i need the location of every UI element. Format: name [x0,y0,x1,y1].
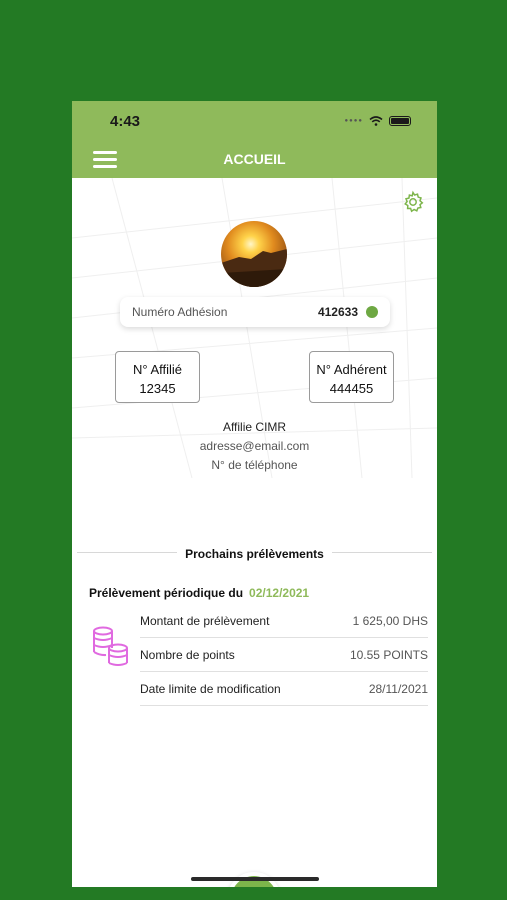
affilie-box: N° Affilié 12345 [115,351,200,403]
signal-icon: ●●●● [344,118,363,124]
row-value: 10.55 POINTS [349,647,428,662]
adhesion-number: 412633 [317,305,358,319]
periodic-label: Prélèvement périodique du [89,586,244,600]
battery-icon [389,116,411,126]
status-bar: 4:43 ●●●● [72,101,437,141]
wifi-icon [369,116,383,126]
adherent-number: 444455 [329,381,374,396]
adherent-label: N° Adhérent [316,362,387,377]
section-header: Prochains prélèvements [72,545,437,563]
adhesion-card: Numéro Adhésion 412633 [120,297,390,327]
status-indicator [366,306,378,318]
status-icons: ●●●● [344,116,411,126]
row-label: Nombre de points [140,647,235,662]
app-bar: ACCUEIL [72,141,437,178]
user-email: adresse@email.com [199,439,310,453]
row-value: 28/11/2021 [368,681,428,696]
avatar [221,221,287,287]
section-title: Prochains prélèvements [177,547,332,561]
home-indicator[interactable] [191,877,319,881]
phone-screen: 4:43 ●●●● ACCUEIL Numéro Adhésion 412633… [72,101,437,887]
row-label: Montant de prélèvement [140,613,270,628]
adherent-box: N° Adhérent 444455 [309,351,394,403]
user-name: Affilie CIMR [222,420,287,434]
periodic-heading: Prélèvement périodique du 02/12/2021 [89,586,309,600]
user-phone: N° de téléphone [211,458,298,472]
list-item: Date limite de modification 28/11/2021 [140,672,428,706]
list-item: Nombre de points 10.55 POINTS [140,638,428,672]
periodic-date: 02/12/2021 [249,586,310,600]
list-item: Montant de prélèvement 1 625,00 DHS [140,604,428,638]
affilie-number: 12345 [139,381,176,396]
coins-icon [93,626,128,666]
affilie-label: N° Affilié [132,362,183,377]
status-time: 4:43 [110,113,141,130]
main-content: Numéro Adhésion 412633 N° Affilié 12345 … [72,178,437,887]
row-value: 1 625,00 DHS [352,613,428,628]
adhesion-label: Numéro Adhésion [132,305,228,319]
gear-icon[interactable] [401,190,425,214]
row-label: Date limite de modification [140,681,281,696]
page-title: ACCUEIL [223,151,286,167]
